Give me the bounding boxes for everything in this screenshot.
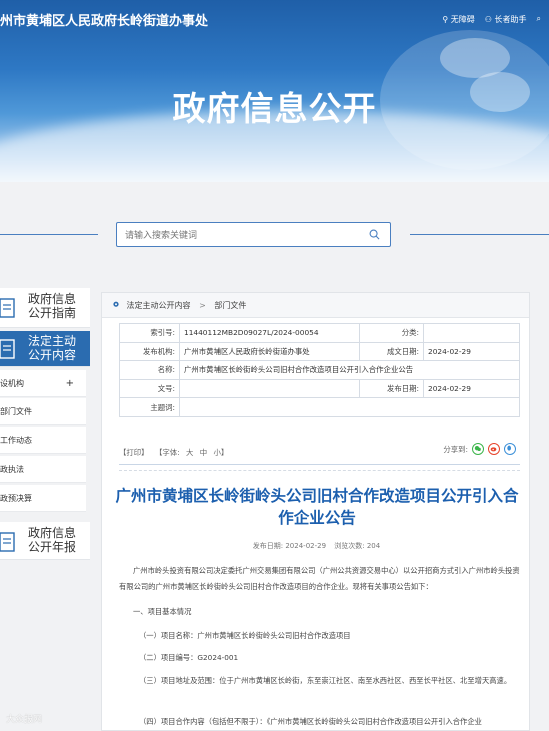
site-title[interactable]: 州市黄埔区人民政府长岭街道办事处 [0,10,208,29]
sidebar-item-label: 部门文件 [0,407,32,416]
search-icon[interactable]: ⌕ [537,14,541,25]
sidebar-annual-report[interactable]: 政府信息 公开年报 [0,522,90,560]
sidebar-item-agencies[interactable]: 设机构 + [0,370,86,397]
sidebar-active-section[interactable]: 法定主动 公开内容 [0,331,90,367]
font-large-button[interactable]: 大 [186,448,193,457]
wechat-share-icon[interactable] [472,443,484,455]
article-paragraph: 一、项目基本情况 [133,607,192,616]
sidebar-item-label: 政预决算 [0,494,32,503]
meta-key: 主题词: [119,397,180,417]
article-card: 法定主动公开内容 > 部门文件 索引号: 11440112MB2D09027L/… [101,292,530,731]
meta-value: 11440112MB2D09027L/2024-00054 [179,323,360,343]
meta-value [423,323,520,343]
meta-value: 广州市黄埔区长岭街岭头公司旧村合作改造项目公开引入合作企业公告 [179,360,520,380]
accessibility-label: 无障碍 [450,15,475,24]
article-paragraph: （三）项目地址及范围：位于广州市黄埔区长岭街，东至崇江社区、南至水西社区、西至长… [139,676,512,685]
table-row: 名称: 广州市黄埔区长岭街岭头公司旧村合作改造项目公开引入合作企业公告 [119,360,520,380]
meta-value [179,397,520,417]
publish-info: 发布日期: 2024-02-29 浏览次数: 204 [102,541,531,551]
expand-icon[interactable]: + [66,370,74,397]
table-row: 文号: 发布日期: 2024-02-29 [119,378,520,399]
breadcrumb: 法定主动公开内容 > 部门文件 [102,293,529,318]
font-medium-button[interactable]: 中 [200,448,207,457]
sidebar-item-label: 政执法 [0,465,24,474]
document-icon [0,532,15,552]
weibo-share-icon[interactable] [488,443,500,455]
search-box [116,222,391,248]
table-row: 主题词: [119,397,520,417]
font-size-label: 【字体: [154,448,180,457]
divider [119,470,520,471]
document-icon [0,298,15,318]
divider [410,234,549,235]
sidebar-item-label: 设机构 [0,379,24,388]
share-label: 分享到: [443,444,468,454]
article-paragraph: （四）项目合作内容（包括但不限于）：《广州市黄埔区长岭街岭头公司旧村合作改造项目… [139,717,482,726]
meta-key: 分类: [359,323,424,343]
sidebar-report-line1: 政府信息 [28,526,77,540]
print-button[interactable]: 【打印】 [119,448,149,457]
banner-title: 政府信息公开 [172,89,377,128]
sidebar-guide-line2: 公开指南 [28,306,77,320]
meta-key: 文号: [119,378,180,399]
breadcrumb-link[interactable]: 法定主动公开内容 [127,301,191,310]
font-small-button[interactable]: 小】 [214,448,229,457]
meta-key: 发布日期: [359,378,424,399]
location-icon [113,301,119,307]
meta-value: 广州市黄埔区人民政府长岭街道办事处 [179,341,360,362]
elder-label: 长者助手 [494,15,527,24]
breadcrumb-separator: > [199,301,206,310]
search-input[interactable] [117,224,347,248]
meta-key: 索引号: [119,323,180,343]
sidebar-guide[interactable]: 政府信息 公开指南 [0,288,90,328]
meta-key: 成文日期: [359,341,424,362]
publish-date: 发布日期: 2024-02-29 [252,542,327,550]
article-title: 广州市黄埔区长岭街岭头公司旧村合作改造项目公开引入合作企业公告 [115,487,519,527]
sidebar-item-work-updates[interactable]: 工作动态 [0,427,86,454]
article-paragraph: （一）项目名称：广州市黄埔区长岭街岭头公司旧村合作改造项目 [139,631,351,640]
sidebar-item-law-enforcement[interactable]: 政执法 [0,456,86,483]
divider [0,234,98,235]
table-row: 发布机构: 广州市黄埔区人民政府长岭街道办事处 成文日期: 2024-02-29 [119,341,520,362]
article-toolbar: 【打印】 【字体: 大 中 小】 分享到: [119,441,520,465]
sidebar-guide-line1: 政府信息 [28,292,77,306]
watermark: 大众报网 [6,715,43,725]
sidebar-item-budget[interactable]: 政预决算 [0,485,86,512]
breadcrumb-current[interactable]: 部门文件 [214,301,246,310]
elder-assistant-button[interactable]: ⚇ 长者助手 [485,14,527,25]
qq-share-icon[interactable] [504,443,516,455]
header-banner: 州市黄埔区人民政府长岭街道办事处 ⚲ 无障碍 ⚇ 长者助手 ⌕ 政府信息公开 [0,0,549,182]
document-icon [0,339,15,359]
article-paragraph: 广州市岭头投资有限公司决定委托广州交易集团有限公司（广州公共资源交易中心）以公开… [119,566,520,591]
meta-value: 2024-02-29 [423,341,520,362]
meta-key: 发布机构: [119,341,180,362]
accessibility-button[interactable]: ⚲ 无障碍 [442,14,474,25]
meta-value: 2024-02-29 [423,378,520,399]
article-paragraph: （二）项目编号：G2024-001 [139,653,239,662]
sidebar-report-line2: 公开年报 [28,540,77,554]
meta-value [179,378,360,399]
meta-key: 名称: [119,360,180,380]
document-metadata-table: 索引号: 11440112MB2D09027L/2024-00054 分类: 发… [119,323,520,417]
sidebar-active-line1: 法定主动 [28,334,77,348]
table-row: 索引号: 11440112MB2D09027L/2024-00054 分类: [119,323,520,343]
top-tools: ⚲ 无障碍 ⚇ 长者助手 ⌕ [442,14,541,25]
sidebar-active-line2: 公开内容 [28,348,77,362]
search-icon[interactable] [369,229,380,240]
view-count: 浏览次数: 204 [334,542,381,550]
sidebar-item-department-files[interactable]: 部门文件 [0,398,86,425]
sidebar-item-label: 工作动态 [0,436,32,445]
